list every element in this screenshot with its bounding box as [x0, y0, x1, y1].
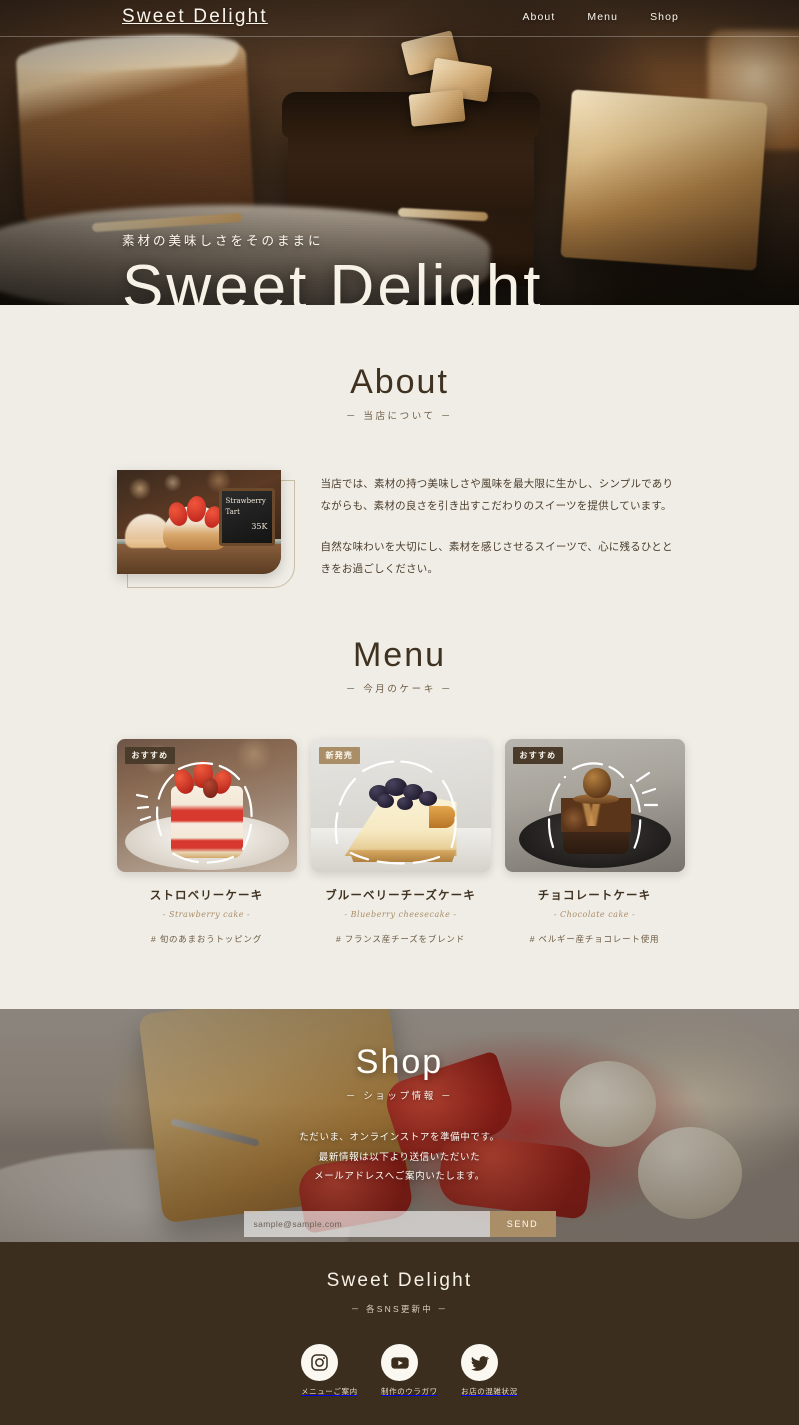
menu-grid: おすすめ ストロベリーケーキ - Strawberry cake - # 旬のあ… [116, 739, 685, 945]
footer-subtitle: － 各SNS更新中 － [350, 1304, 449, 1315]
menu-card-image[interactable]: おすすめ [116, 739, 297, 873]
shop-subtitle: － ショップ情報 － [345, 1091, 454, 1103]
menu-card[interactable]: おすすめ ストロベリーケーキ - Strawberry cake - # 旬のあ… [116, 739, 297, 945]
shop-lead-line-1: ただいま、オンラインストアを準備中です。 [299, 1132, 500, 1144]
menu-heading: Menu － 今月のケーキ － [0, 636, 799, 695]
newsletter-form: SEND [243, 1211, 556, 1238]
shop-title: Shop [355, 1043, 444, 1082]
menu-card-tag: # ベルギー産チョコレート使用 [529, 934, 660, 945]
menu-card-name: ブルーベリーチーズケーキ [325, 890, 476, 903]
hero-copy: 素材の美味しさをそのままに Sweet Delight [122, 230, 544, 305]
menu-card-tag: # 旬のあまおうトッピング [151, 934, 262, 945]
social-link-twitter[interactable]: お店の混雑状況 [461, 1344, 517, 1399]
about-paragraph-2: 自然な味わいを大切にし、素材を感じさせるスイーツで、心に残るひとときをお過ごしく… [320, 541, 673, 575]
about-image-chalkboard: Strawberry Tart 35K [218, 488, 275, 546]
menu-card-badge: 新発売 [318, 747, 361, 765]
email-input[interactable] [243, 1211, 490, 1238]
chalkboard-line-1: Strawberry [225, 497, 266, 505]
social-label: メニューご案内 [301, 1387, 358, 1397]
site-logo[interactable]: Sweet Delight [122, 6, 268, 28]
social-link-youtube[interactable]: 制作のウラガワ [381, 1344, 437, 1399]
hero-section: 素材の美味しさをそのままに Sweet Delight [0, 0, 799, 305]
social-link-instagram[interactable]: メニューご案内 [301, 1344, 357, 1399]
site-header: Sweet Delight About Menu Shop [0, 0, 799, 37]
twitter-icon [461, 1344, 498, 1382]
about-subtitle: － 当店について － [346, 411, 453, 422]
menu-card-name: ストロベリーケーキ [149, 890, 264, 903]
menu-section: Menu － 今月のケーキ － おすすめ ストロベリーケーキ - Strawbe… [0, 580, 799, 1010]
about-paragraph-1: 当店では、素材の持つ美味しさや風味を最大限に生かし、シンプルでありながらも、素材… [320, 478, 674, 512]
menu-card-subtitle: - Strawberry cake - [162, 910, 251, 920]
social-links: メニューご案内 制作のウラガワ お店の混雑状況 [0, 1344, 799, 1399]
footer-brand: Sweet Delight [326, 1270, 473, 1292]
hero-subtitle: 素材の美味しさをそのままに [122, 234, 324, 248]
instagram-icon [301, 1344, 338, 1382]
shop-lead-text: ただいま、オンラインストアを準備中です。 最新情報は以下より送信いただいた メー… [0, 1128, 799, 1186]
menu-card-subtitle: - Chocolate cake - [553, 910, 636, 920]
about-heading: About － 当店について － [0, 363, 799, 422]
menu-card-badge: おすすめ [512, 747, 564, 765]
main-nav: About Menu Shop [522, 11, 679, 23]
menu-card[interactable]: おすすめ チョコレートケーキ - Chocolate cake - # ベルギー… [504, 739, 685, 945]
menu-subtitle: － 今月のケーキ － [345, 684, 454, 696]
social-label: お店の混雑状況 [461, 1387, 518, 1397]
about-image: Strawberry Tart 35K [116, 470, 281, 574]
nav-item-about[interactable]: About [522, 11, 555, 23]
about-text: 当店では、素材の持つ美味しさや風味を最大限に生かし、シンプルでありながらも、素材… [285, 470, 683, 580]
hero-title: Sweet Delight [122, 253, 544, 306]
menu-card-tag: # フランス産チーズをブレンド [336, 934, 465, 945]
shop-lead-line-3: メールアドレスへご案内いたします。 [314, 1171, 485, 1182]
chalkboard-line-2: Tart [225, 507, 240, 516]
about-figure: Strawberry Tart 35K [116, 470, 295, 588]
menu-card-subtitle: - Blueberry cheesecake - [344, 910, 457, 920]
menu-card-badge: おすすめ [124, 747, 176, 765]
youtube-icon [381, 1344, 418, 1382]
menu-card[interactable]: 新発売 ブルーベリーチーズケーキ - Blueberry cheesecake … [310, 739, 491, 945]
send-button[interactable]: SEND [489, 1211, 556, 1238]
menu-card-name: チョコレートケーキ [537, 890, 652, 903]
shop-lead-line-2: 最新情報は以下より送信いただいた [318, 1151, 481, 1163]
menu-card-image[interactable]: おすすめ [504, 739, 685, 873]
menu-title: Menu [352, 636, 447, 675]
social-label: 制作のウラガワ [381, 1387, 438, 1397]
menu-card-image[interactable]: 新発売 [310, 739, 491, 873]
about-section: About － 当店について － Strawberry Tart 35K 当店で… [0, 305, 799, 588]
site-footer: Sweet Delight － 各SNS更新中 － メニューご案内 制作のウラガ… [0, 1242, 799, 1425]
nav-item-shop[interactable]: Shop [650, 11, 679, 23]
chalkboard-price: 35K [251, 522, 268, 531]
shop-section: Shop － ショップ情報 － ただいま、オンラインストアを準備中です。 最新情… [0, 1009, 799, 1243]
nav-item-menu[interactable]: Menu [587, 11, 618, 23]
about-title: About [350, 363, 449, 401]
